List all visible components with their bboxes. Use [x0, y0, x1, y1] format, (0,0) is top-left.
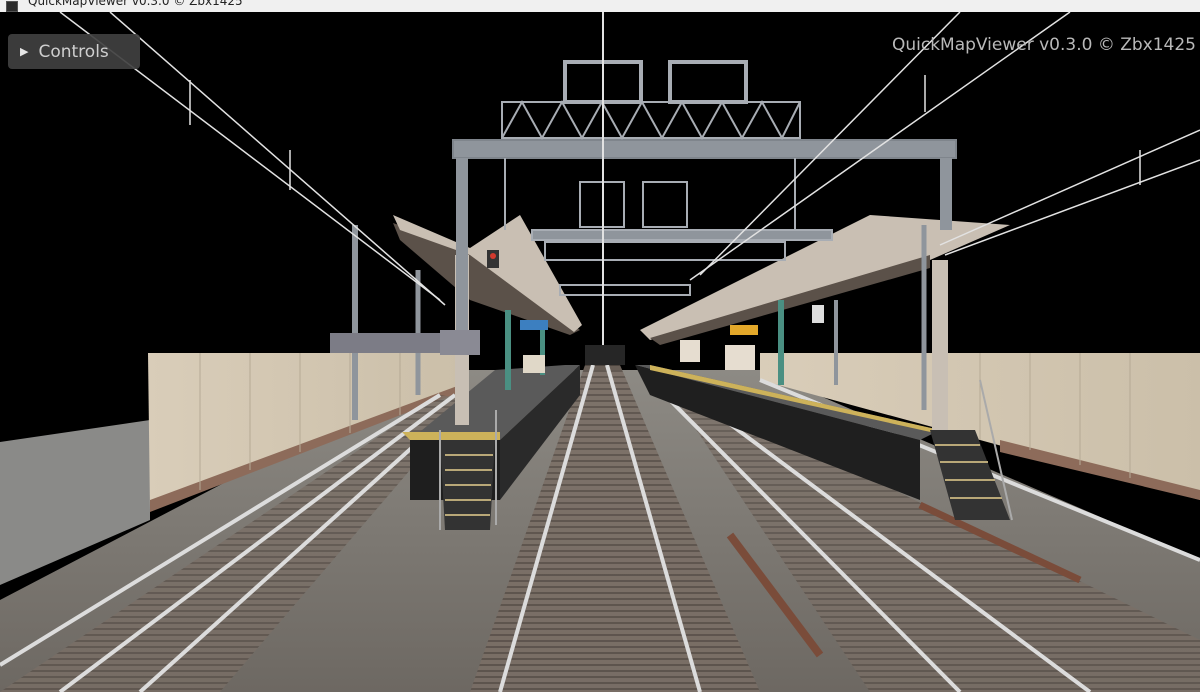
app-watermark: QuickMapViewer v0.3.0 © Zbx1425 — [891, 35, 1196, 55]
triangle-right-icon: ▶ — [20, 45, 29, 58]
app-icon — [6, 1, 18, 12]
3d-viewport[interactable]: ▶ Controls QuickMapViewer v0.3.0 © Zbx14… — [0, 12, 1200, 692]
catenary-wires — [59, 12, 1200, 360]
window-titlebar: QuickMapViewer v0.3.0 © Zbx1425 — [0, 0, 1200, 12]
window-title: QuickMapViewer v0.3.0 © Zbx1425 — [28, 0, 243, 8]
controls-toggle-button[interactable]: ▶ Controls — [8, 34, 140, 69]
controls-label: Controls — [38, 41, 109, 62]
railway-scene — [0, 12, 1200, 692]
